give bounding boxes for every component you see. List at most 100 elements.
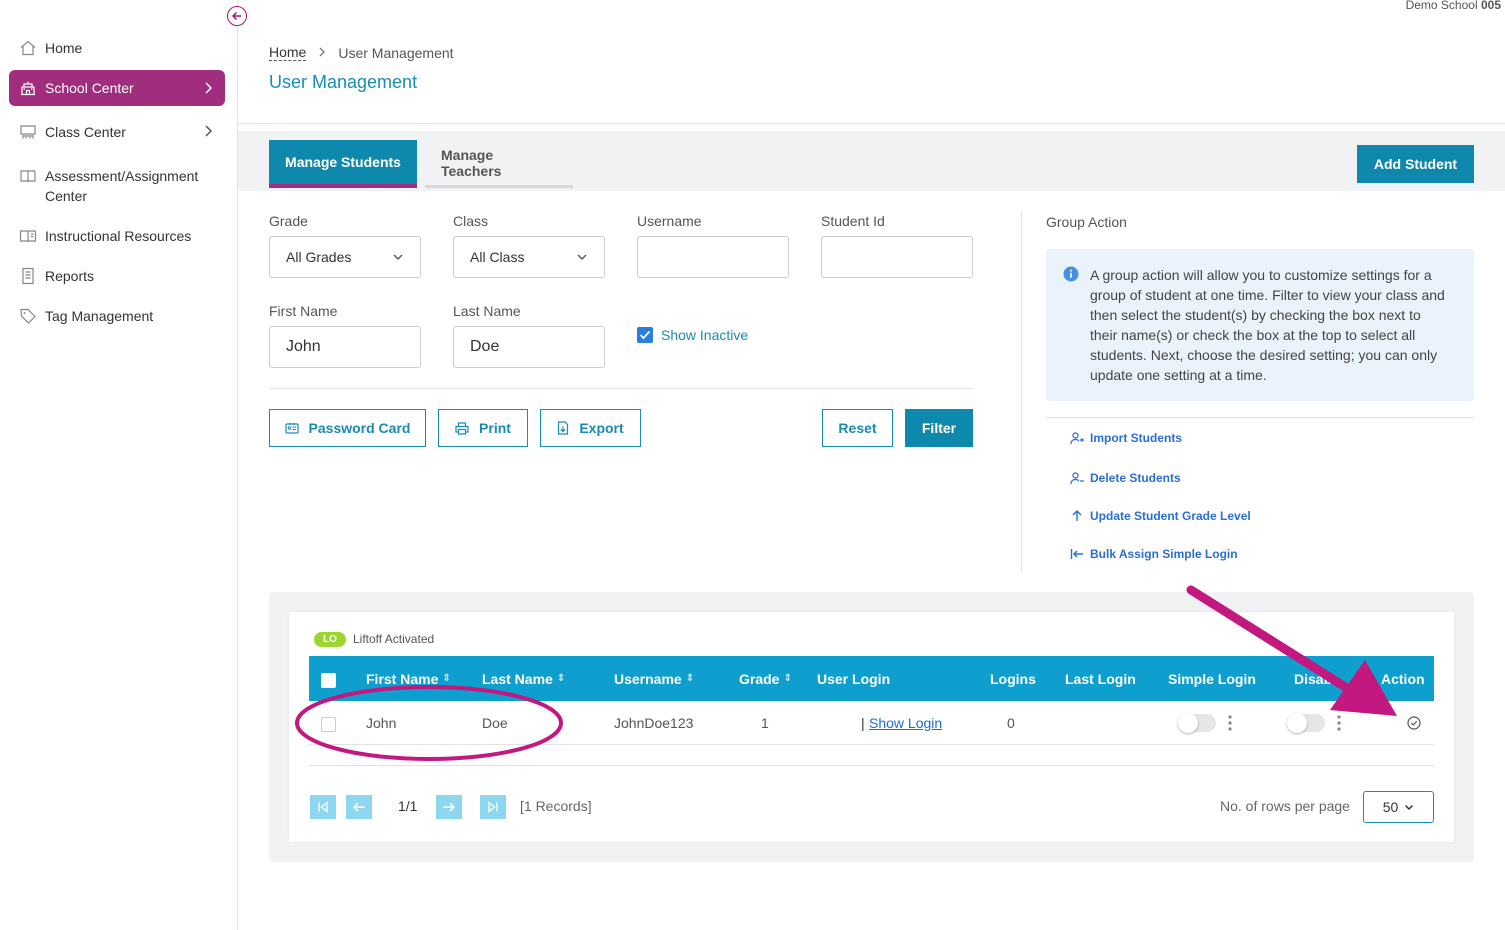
sidebar-item-instructional-resources[interactable]: Instructional Resources	[9, 226, 225, 246]
reset-button[interactable]: Reset	[822, 409, 893, 447]
last-page-icon	[488, 801, 498, 813]
cell-grade: 1	[761, 715, 769, 731]
password-card-label: Password Card	[308, 420, 411, 436]
info-line: group of student at one time. Filter to …	[1090, 287, 1445, 303]
chevron-down-icon	[393, 254, 403, 260]
arrow-left-icon	[353, 802, 365, 812]
school-name-prefix: Demo School	[1405, 0, 1478, 12]
import-students-label: Import Students	[1090, 431, 1182, 445]
sidebar-item-label: Home	[45, 40, 83, 56]
breadcrumb: Home User Management	[269, 44, 454, 61]
add-student-button[interactable]: Add Student	[1357, 145, 1474, 183]
column-last-login: Last Login	[1065, 670, 1136, 687]
password-card-button[interactable]: Password Card	[269, 409, 426, 447]
printer-icon	[455, 421, 469, 435]
row-select-checkbox[interactable]	[321, 717, 336, 732]
info-line: A group action will allow you to customi…	[1090, 267, 1432, 283]
first-name-label: First Name	[269, 303, 338, 319]
home-icon	[20, 40, 36, 56]
last-page-button[interactable]	[480, 795, 506, 819]
tag-icon	[20, 308, 36, 324]
report-icon	[22, 267, 34, 285]
tab-manage-students[interactable]: Manage Students	[269, 140, 417, 188]
previous-page-button[interactable]	[346, 795, 372, 819]
liftoff-legend-text: Liftoff Activated	[353, 632, 435, 646]
arrow-up-icon	[1072, 510, 1082, 521]
next-page-button[interactable]	[436, 795, 462, 819]
column-label: Last Name	[482, 670, 553, 687]
table-row: John Doe JohnDoe123 1 | Show Login 0	[309, 701, 1434, 745]
simple-login-toggle[interactable]	[1178, 713, 1216, 733]
export-button[interactable]: Export	[540, 409, 641, 447]
first-name-input[interactable]: John	[269, 326, 421, 368]
rows-per-page-value: 50	[1382, 799, 1399, 815]
column-first-name[interactable]: First Name ⇕	[366, 656, 451, 701]
cell-user-login-separator: |	[861, 715, 865, 731]
first-page-button[interactable]	[310, 795, 336, 819]
column-label: Grade	[739, 670, 780, 687]
show-inactive-checkbox[interactable]: Show Inactive	[637, 327, 748, 343]
checkmark-icon	[637, 327, 653, 343]
records-count: [1 Records]	[520, 798, 592, 814]
update-grade-level-link[interactable]: Update Student Grade Level	[1070, 509, 1251, 523]
rows-per-page-select[interactable]: 50	[1363, 791, 1434, 823]
info-line: then select the student(s) by checking t…	[1090, 307, 1421, 323]
tab-manage-teachers[interactable]: Manage Teachers	[425, 140, 573, 188]
resources-icon	[19, 230, 37, 243]
sort-icon: ⇕	[556, 673, 566, 684]
divider	[238, 123, 1505, 124]
grade-select[interactable]: All Grades	[269, 236, 421, 278]
delete-students-link[interactable]: Delete Students	[1070, 471, 1181, 485]
info-icon	[1063, 266, 1079, 282]
column-grade[interactable]: Grade ⇕	[739, 656, 792, 701]
cell-logins: 0	[1007, 715, 1015, 731]
sidebar-item-tag-management[interactable]: Tag Management	[9, 306, 225, 326]
kebab-menu-icon[interactable]	[1228, 715, 1232, 731]
cell-first-name: John	[366, 715, 397, 731]
username-input[interactable]	[637, 236, 789, 278]
tab-bar: Manage Students Manage Teachers Add Stud…	[238, 131, 1505, 191]
last-name-input[interactable]: Doe	[453, 326, 605, 368]
column-username[interactable]: Username ⇕	[614, 656, 694, 701]
sidebar-item-class-center[interactable]: Class Center	[9, 122, 225, 142]
student-id-input[interactable]	[821, 236, 973, 278]
collapse-sidebar-button[interactable]	[227, 6, 247, 26]
username-label: Username	[637, 213, 702, 229]
user-plus-icon	[1070, 432, 1084, 445]
breadcrumb-current: User Management	[338, 44, 454, 61]
arrow-to-left-icon	[1070, 549, 1083, 559]
sidebar-item-reports[interactable]: Reports	[9, 266, 225, 286]
update-grade-level-label: Update Student Grade Level	[1090, 509, 1251, 523]
page-indicator: 1/1	[398, 798, 418, 814]
class-label: Class	[453, 213, 489, 229]
show-login-link[interactable]: Show Login	[869, 701, 942, 745]
disable-toggle[interactable]	[1287, 713, 1325, 733]
breadcrumb-home-link[interactable]: Home	[269, 44, 307, 61]
divider	[1021, 211, 1022, 572]
table-header: First Name ⇕ Last Name ⇕ Username ⇕ Grade ⇕ …	[309, 656, 1434, 701]
column-simple-login: Simple Login	[1168, 670, 1256, 687]
sidebar-item-school-center[interactable]: School Center	[9, 70, 225, 106]
delete-students-label: Delete Students	[1090, 471, 1181, 485]
check-circle-icon[interactable]	[1407, 716, 1421, 730]
select-all-checkbox[interactable]	[321, 673, 336, 688]
sidebar-item-label: School Center	[45, 80, 134, 96]
sidebar-item-home[interactable]: Home	[9, 38, 225, 58]
student-id-label: Student Id	[821, 213, 885, 229]
sidebar-item-assessment-center[interactable]: Assessment/Assignment Center	[9, 166, 225, 206]
column-last-name[interactable]: Last Name ⇕	[482, 656, 565, 701]
print-button[interactable]: Print	[438, 409, 528, 447]
column-label: Username	[614, 670, 682, 687]
import-students-link[interactable]: Import Students	[1070, 431, 1182, 445]
chevron-right-icon	[318, 45, 326, 61]
kebab-menu-icon[interactable]	[1337, 715, 1341, 731]
first-page-icon	[318, 801, 328, 813]
grade-select-value: All Grades	[286, 249, 352, 265]
liftoff-badge: LO	[314, 632, 346, 647]
filter-button[interactable]: Filter	[905, 409, 973, 447]
class-select[interactable]: All Class	[453, 236, 605, 278]
school-number: 005	[1480, 0, 1501, 12]
sidebar-item-label: Assessment/Assignment Center	[45, 168, 199, 204]
bulk-assign-simple-login-link[interactable]: Bulk Assign Simple Login	[1070, 547, 1238, 561]
divider	[269, 388, 973, 389]
